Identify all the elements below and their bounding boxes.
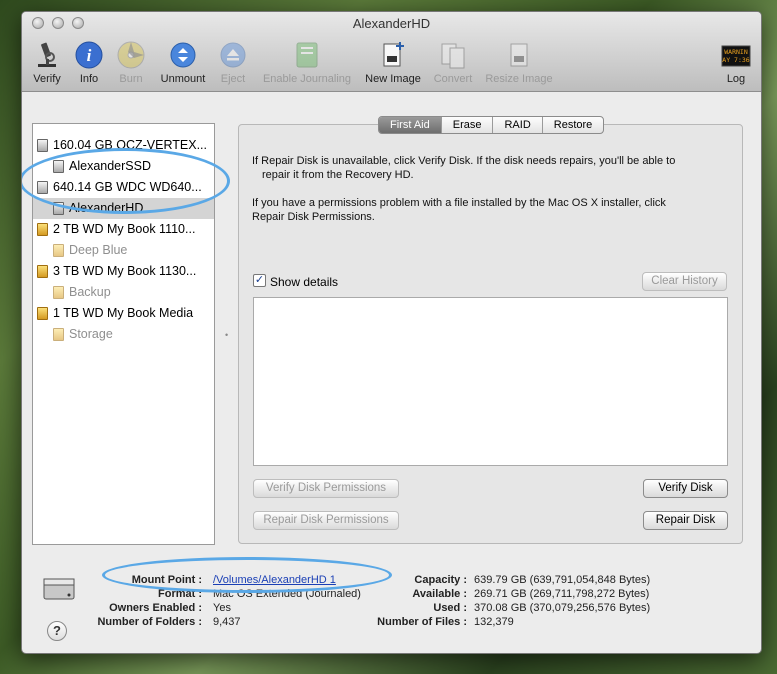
sidebar-item[interactable]: 2 TB WD My Book 1110... <box>33 219 214 240</box>
burn-disc-icon <box>117 41 145 69</box>
verify-disk-permissions-button[interactable]: Verify Disk Permissions <box>253 479 399 498</box>
permissions-instructions: If you have a permissions problem with a… <box>252 197 666 223</box>
info-icon: i <box>75 41 103 69</box>
verify-disk-button[interactable]: Verify Disk <box>643 479 728 498</box>
sidebar-item-label: Storage <box>69 327 113 341</box>
show-details-checkbox[interactable]: ✓ <box>253 274 266 287</box>
split-view-handle[interactable]: • <box>225 330 228 340</box>
first-aid-instructions: If Repair Disk is unavailable, click Ver… <box>252 155 676 181</box>
volume-icon <box>53 328 64 341</box>
disk-icon <box>37 139 48 152</box>
svg-text:AY 7:36: AY 7:36 <box>722 56 749 64</box>
svg-text:WARNIN: WARNIN <box>724 48 748 56</box>
unmount-button[interactable]: Unmount <box>157 40 209 85</box>
disk-utility-window: AlexanderHD Verify i Info Burn Unmount E… <box>21 11 762 654</box>
svg-text:i: i <box>87 46 92 65</box>
tab-raid[interactable]: RAID <box>493 117 543 133</box>
log-icon: WARNIN AY 7:36 <box>721 45 751 67</box>
disk-icon <box>37 223 48 236</box>
highlight-oval-mount-point <box>102 557 392 593</box>
sidebar-item-label: 2 TB WD My Book 1110... <box>53 222 196 236</box>
disk-icon <box>37 307 48 320</box>
enable-journaling-button[interactable]: Enable Journaling <box>259 40 355 85</box>
burn-button[interactable]: Burn <box>116 40 146 85</box>
tab-restore[interactable]: Restore <box>543 117 604 133</box>
repair-disk-permissions-button[interactable]: Repair Disk Permissions <box>253 511 399 530</box>
log-button[interactable]: WARNIN AY 7:36 Log <box>720 40 752 85</box>
highlight-oval-disk <box>22 148 230 214</box>
new-image-button[interactable]: New Image <box>362 40 424 85</box>
tab-first-aid[interactable]: First Aid <box>379 117 442 133</box>
eject-icon <box>220 42 246 68</box>
sidebar-item[interactable]: Deep Blue <box>33 240 214 261</box>
disk-icon <box>37 265 48 278</box>
clear-history-button[interactable]: Clear History <box>642 272 727 291</box>
convert-button[interactable]: Convert <box>430 40 476 85</box>
title-bar: AlexanderHD Verify i Info Burn Unmount E… <box>22 12 761 92</box>
verify-button[interactable]: Verify <box>30 40 64 85</box>
sidebar-item-label: Deep Blue <box>69 243 128 257</box>
eject-button[interactable]: Eject <box>218 40 248 85</box>
details-log-area[interactable] <box>253 297 728 466</box>
sidebar-item[interactable]: Storage <box>33 324 214 345</box>
new-image-icon <box>383 42 404 67</box>
tab-bar: First Aid Erase RAID Restore <box>378 116 605 134</box>
sidebar-item[interactable]: 3 TB WD My Book 1130... <box>33 261 214 282</box>
volume-icon <box>53 244 64 257</box>
sidebar-item[interactable]: Backup <box>33 282 214 303</box>
sidebar-item-label: Backup <box>69 285 111 299</box>
info-button[interactable]: i Info <box>74 40 104 85</box>
sidebar-item[interactable]: 1 TB WD My Book Media <box>33 303 214 324</box>
toolbar: Verify i Info Burn Unmount Eject Enable … <box>22 40 761 90</box>
window-title: AlexanderHD <box>352 16 431 31</box>
convert-icon <box>441 43 465 69</box>
journaling-icon <box>296 42 318 68</box>
sidebar-item-label: 3 TB WD My Book 1130... <box>53 264 197 278</box>
unmount-icon <box>170 42 196 68</box>
resize-image-icon <box>510 43 528 67</box>
repair-disk-button[interactable]: Repair Disk <box>643 511 728 530</box>
show-details-label: Show details <box>270 275 339 289</box>
resize-image-button[interactable]: Resize Image <box>482 40 556 85</box>
tab-erase[interactable]: Erase <box>442 117 494 133</box>
microscope-icon <box>38 42 56 67</box>
sidebar-item-label: 1 TB WD My Book Media <box>53 306 194 320</box>
volume-icon <box>53 286 64 299</box>
